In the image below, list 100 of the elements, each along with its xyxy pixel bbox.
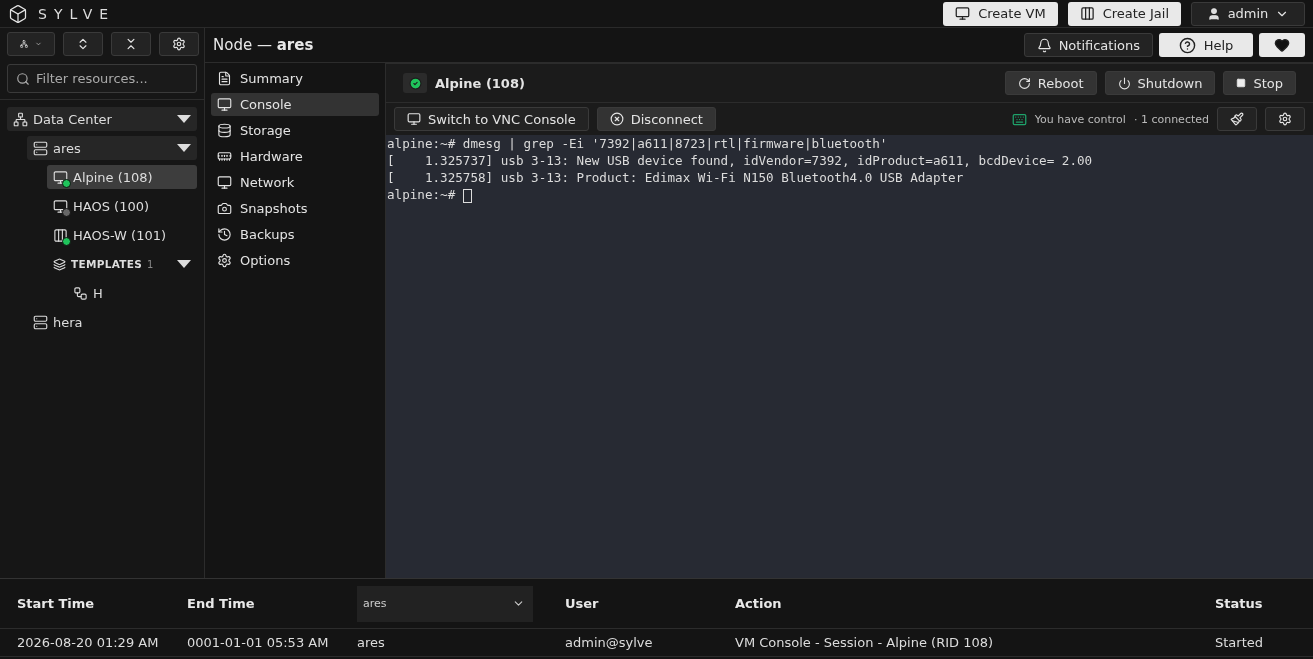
collapse-all-button[interactable] [111,32,151,56]
vm-name: Alpine (108) [435,75,525,91]
connection-count: · 1 connected [1133,112,1209,126]
monitor-icon [53,169,68,185]
template-icon [73,285,88,301]
column-header: End Time [187,596,256,611]
settings-button[interactable] [159,32,199,56]
search-input[interactable]: Filter resources... [36,71,188,86]
monitor-icon [955,6,971,21]
column-header: Status [1215,596,1264,611]
layers-icon [53,257,66,271]
group-label: TEMPLATES [71,258,143,270]
table-cell-text: 0001-01-01 05:53 AM [187,635,330,650]
jail-icon [53,227,68,243]
settings-icon [1278,112,1292,126]
keyboard-icon [1011,111,1027,127]
search-icon [16,71,30,86]
item-label: H [93,285,103,301]
bell-icon [1036,37,1052,53]
nav-item[interactable]: Console [211,93,379,116]
node-select[interactable]: ares [357,585,533,622]
server-icon [33,140,48,156]
stop-icon [1236,78,1247,88]
expand-icon [177,260,191,268]
cursor [462,188,472,203]
terminal-line: alpine:~# [387,186,1312,203]
server-icon [33,314,48,330]
close-icon [609,112,624,126]
hardware-icon [217,149,232,164]
monitor-icon [53,198,68,214]
tree-item[interactable]: Alpine (108) [47,165,197,189]
terminal-line: [ 1.325758] usb 3-13: Product: Edimax Wi-Fi N150 Bluetooth4.0 USB Adapter [387,169,965,186]
backups-icon [217,227,232,242]
page-title: Node — ares [213,36,314,54]
help-button[interactable]: Help [1159,33,1253,57]
column-header: User [565,596,600,611]
stop-button[interactable]: Stop [1223,71,1296,95]
search-field[interactable]: Filter resources... [7,64,197,93]
help-icon [1178,36,1196,54]
storage-icon [217,123,232,138]
switch-console-button[interactable]: Switch to VNC Console [394,107,589,131]
restart-icon [1017,76,1031,90]
brand-name: SYLVE [38,5,116,22]
nav-item[interactable]: Backups [211,223,379,246]
item-label: Data Center [33,111,112,127]
item-count: 1 [147,258,154,270]
expand-icon [177,115,191,123]
settings-icon [217,253,232,268]
nav-item[interactable]: Summary [211,67,379,90]
heart-icon [1274,37,1290,53]
item-label: Alpine (108) [73,169,153,185]
table-cell-text: ares [357,635,386,650]
terminal-line: [ 1.325737] usb 3-13: New USB device found, idVendor=7392, idProduct=a611, bcdDevice= 2.00 [387,152,1094,169]
disconnect-button[interactable]: Disconnect [596,107,716,131]
console-icon [217,97,232,112]
tree-item[interactable]: ares [27,136,197,160]
table-cell-text: VM Console - Session - Alpine (RID 108) [735,635,995,650]
monitor-icon [407,112,421,126]
expand-all-button[interactable] [63,32,103,56]
check-icon [408,76,422,90]
tree-view-button[interactable] [7,32,55,56]
expand-icon [177,144,191,152]
tree-item[interactable]: HAOS (100) [47,194,197,218]
logo-icon [8,3,28,24]
column-header: Action [735,596,783,611]
table-cell-text: 2026-08-20 01:29 AM [17,635,160,650]
tree-item[interactable]: hera [27,310,197,334]
item-label: HAOS (100) [73,198,149,214]
tree-item[interactable]: H [67,281,197,305]
nav-item[interactable]: Hardware [211,145,379,168]
nav-item[interactable]: Snapshots [211,197,379,220]
reboot-button[interactable]: Reboot [1004,71,1097,95]
collapse-icon [124,37,138,51]
brush-icon [1230,112,1244,126]
shutdown-button[interactable]: Shutdown [1104,71,1216,95]
tree-item[interactable]: HAOS-W (101) [47,223,197,247]
create-button[interactable]: Create Jail [1067,1,1181,26]
snapshots-icon [217,201,232,216]
user-icon [1206,6,1221,21]
power-icon [1117,76,1131,90]
item-label: ares [53,140,81,156]
notifications-button[interactable]: Notifications [1023,33,1153,57]
item-label: HAOS-W (101) [73,227,167,243]
item-label: hera [53,314,83,330]
nav-item[interactable]: Storage [211,119,379,142]
favorite-button[interactable] [1259,33,1305,57]
nav-item[interactable]: Options [211,249,379,272]
user-menu[interactable]: admin [1191,1,1305,26]
create-button[interactable]: Create VM [943,1,1058,26]
clear-button[interactable] [1217,107,1257,131]
tree-item[interactable]: TEMPLATES 1 [47,252,197,276]
settings-button[interactable] [1265,107,1305,131]
nav-item[interactable]: Network [211,171,379,194]
control-status: You have control [1034,112,1126,126]
table-cell-text: Started [1215,635,1264,650]
terminal-line: alpine:~# dmesg | grep -Ei '7392|a611|8723|rtl|firmware|bluetooth' [387,135,889,152]
settings-icon [172,37,186,51]
table-cell-text: admin@sylve [565,635,654,650]
column-header: Start Time [17,596,96,611]
tree-item[interactable]: Data Center [7,107,197,131]
